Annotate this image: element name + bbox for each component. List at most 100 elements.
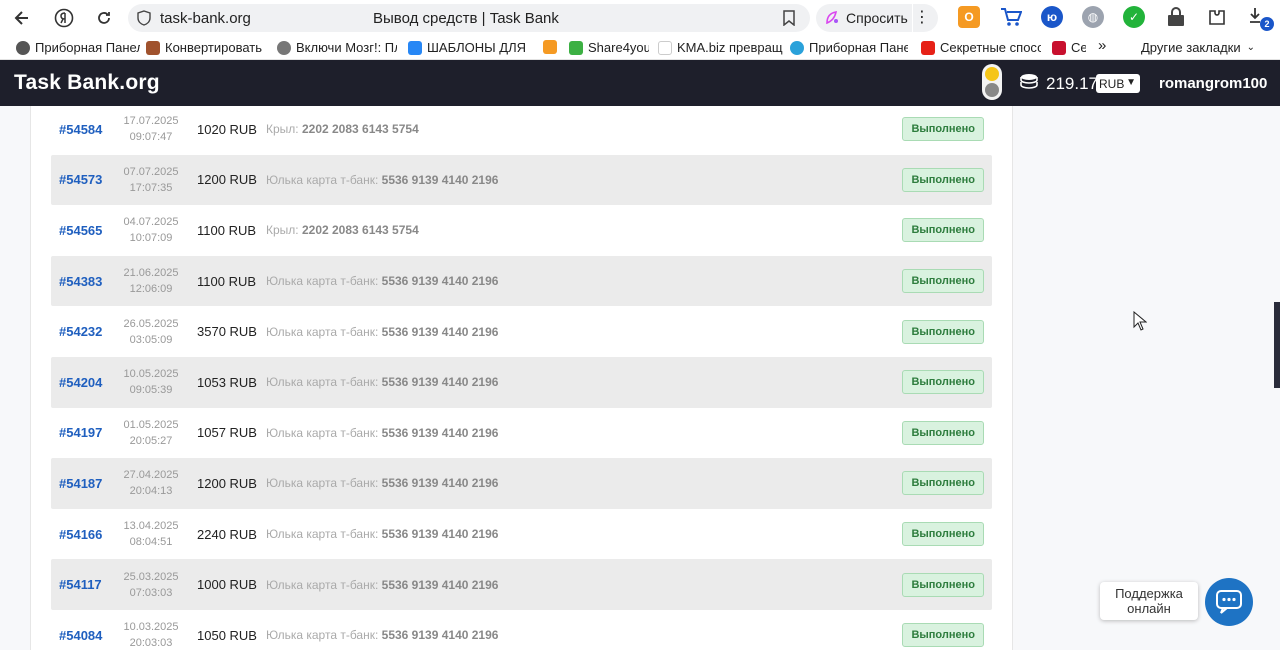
more-icon[interactable]: ⋮ (914, 7, 930, 27)
status-badge: Выполнено (902, 471, 984, 496)
downloads-badge: 2 (1260, 17, 1274, 31)
site-logo[interactable]: Task Bank.org (14, 71, 160, 95)
sun-icon (985, 67, 999, 81)
sparkle-icon (826, 11, 838, 25)
kma-icon (658, 40, 672, 55)
octopus-icon (16, 40, 30, 55)
withdrawal-row: #54084 10.03.2025 20:03:03 1050 RUB Юлька ка… (51, 610, 992, 650)
withdrawal-id-link[interactable]: #54166 (59, 527, 102, 542)
withdrawal-row: #54584 17.07.2025 09:07:47 1020 RUB Крыл: 22… (51, 106, 992, 155)
withdrawal-destination: Юлька карта т-банк: 5536 9139 4140 2196 (266, 274, 499, 289)
ask-label: Спросить (846, 10, 908, 26)
status-badge: Выполнено (902, 522, 984, 547)
withdrawal-row: #54117 25.03.2025 07:03:03 1000 RUB Юлька ка… (51, 559, 992, 610)
url-text[interactable]: task-bank.org (160, 10, 251, 27)
balance-value: 219.17 (1046, 74, 1098, 93)
withdrawal-row: #54232 26.05.2025 03:05:09 3570 RUB Юлька ка… (51, 306, 992, 357)
odnoklassniki-ext-icon[interactable]: O (958, 6, 980, 28)
status-badge: Выполнено (902, 370, 984, 395)
address-bar[interactable]: task-bank.org Вывод средств | Task Bank (128, 4, 810, 32)
withdrawal-row: #54565 04.07.2025 10:07:09 1100 RUB Крыл: 22… (51, 205, 992, 256)
withdrawal-id-link[interactable]: #54084 (59, 628, 102, 643)
withdrawal-datetime: 04.07.2025 10:07:09 (123, 216, 179, 245)
withdrawal-row: #54204 10.05.2025 09:05:39 1053 RUB Юлька ка… (51, 356, 992, 408)
withdrawal-datetime: 10.05.2025 09:05:39 (123, 368, 179, 397)
withdrawal-datetime: 07.07.2025 17:07:35 (123, 165, 179, 194)
scrollbar-thumb[interactable] (1274, 302, 1280, 388)
withdrawal-id-link[interactable]: #54573 (59, 172, 102, 187)
check-ext-icon[interactable]: ✓ (1123, 6, 1145, 28)
bookmark-item[interactable] (543, 40, 561, 54)
status-badge: Выполнено (902, 269, 984, 294)
bookmark-item[interactable]: Се (1052, 40, 1086, 55)
withdrawal-id-link[interactable]: #54232 (59, 324, 102, 339)
downloads-icon[interactable]: 2 (1246, 6, 1274, 31)
withdrawal-row: #54383 21.06.2025 12:06:09 1100 RUB Юлька ка… (51, 255, 992, 307)
support-tooltip: Поддержка онлайн (1100, 582, 1198, 620)
withdrawal-datetime: 26.05.2025 03:05:09 (123, 317, 179, 346)
cart-icon[interactable] (1000, 6, 1022, 28)
withdrawal-id-link[interactable]: #54565 (59, 223, 102, 238)
coins-icon (1020, 74, 1038, 89)
bookmark-item[interactable]: Share4you (569, 40, 649, 55)
withdrawal-datetime: 10.03.2025 20:03:03 (123, 621, 179, 650)
withdrawal-datetime: 27.04.2025 20:04:13 (123, 469, 179, 498)
extensions-icon[interactable] (1206, 6, 1228, 28)
withdrawal-datetime: 13.04.2025 08:04:51 (123, 520, 179, 549)
withdrawal-row: #54166 13.04.2025 08:04:51 2240 RUB Юлька ка… (51, 509, 992, 560)
withdrawal-destination: Юлька карта т-банк: 5536 9139 4140 2196 (266, 577, 499, 592)
withdrawal-destination: Юлька карта т-банк: 5536 9139 4140 2196 (266, 172, 499, 187)
withdrawal-row: #54197 01.05.2025 20:05:27 1057 RUB Юлька ка… (51, 408, 992, 459)
odnoklassniki-icon (543, 40, 557, 54)
other-bookmarks-button[interactable]: Другие закладки ⌄ (1141, 40, 1255, 55)
withdrawal-datetime: 01.05.2025 20:05:27 (123, 418, 179, 447)
shield-icon[interactable] (136, 10, 152, 26)
withdrawal-destination: Крыл: 2202 2083 6143 5754 (266, 223, 419, 238)
mouse-cursor-icon (1133, 311, 1147, 331)
withdrawal-destination: Юлька карта т-банк: 5536 9139 4140 2196 (266, 425, 499, 440)
status-badge: Выполнено (902, 572, 984, 597)
yu-ext-icon[interactable]: ю (1041, 6, 1063, 28)
lock-bag-icon[interactable] (1165, 6, 1187, 28)
username[interactable]: romangrom100 (1159, 75, 1267, 92)
withdrawal-id-link[interactable]: #54584 (59, 122, 102, 137)
bookmark-item[interactable]: Конвертировать I (146, 40, 264, 55)
youtube-icon (921, 40, 935, 55)
chevron-down-icon: ▼ (1126, 77, 1136, 88)
back-icon[interactable] (8, 4, 36, 32)
bookmark-icon[interactable] (782, 10, 796, 26)
bookmark-item[interactable]: Включи Мозг!: Пл (277, 40, 397, 55)
withdrawal-amount: 1100 RUB (197, 273, 257, 289)
ask-button[interactable]: Спросить ⋮ (816, 4, 938, 32)
withdrawal-destination: Юлька карта т-банк: 5536 9139 4140 2196 (266, 527, 499, 542)
bookmark-item[interactable]: KMA.biz превращ (658, 40, 783, 55)
withdrawal-id-link[interactable]: #54383 (59, 274, 102, 289)
more-bookmarks-button[interactable]: » (1098, 37, 1106, 54)
withdrawals-list: #54584 17.07.2025 09:07:47 1020 RUB Крыл: 22… (51, 106, 992, 650)
site-header: Task Bank.org 219.17 RUB ▼ romangrom100 (0, 60, 1280, 106)
withdrawal-id-link[interactable]: #54197 (59, 425, 102, 440)
withdrawal-row: #54187 27.04.2025 20:04:13 1200 RUB Юлька ка… (51, 458, 992, 509)
withdrawal-id-link[interactable]: #54204 (59, 375, 102, 390)
theme-toggle[interactable] (982, 64, 1002, 100)
withdrawal-datetime: 21.06.2025 12:06:09 (123, 267, 179, 296)
withdrawal-amount: 1200 RUB (197, 475, 257, 491)
globe-icon[interactable]: ◍ (1082, 6, 1104, 28)
brain-icon (277, 40, 291, 55)
bookmark-item[interactable]: ШАБЛОНЫ ДЛЯ Р (408, 40, 530, 55)
withdrawal-amount: 1053 RUB (197, 374, 257, 390)
withdrawal-destination: Юлька карта т-банк: 5536 9139 4140 2196 (266, 324, 499, 339)
withdrawal-id-link[interactable]: #54117 (59, 577, 102, 592)
currency-select[interactable]: RUB ▼ (1096, 74, 1140, 93)
support-chat-button[interactable] (1205, 578, 1253, 626)
chevron-down-icon: ⌄ (1246, 42, 1255, 53)
bookmark-item[interactable]: Секретные спосо (921, 40, 1041, 55)
withdrawal-amount: 1057 RUB (197, 425, 257, 441)
withdrawal-id-link[interactable]: #54187 (59, 476, 102, 491)
status-badge: Выполнено (902, 623, 984, 648)
yandex-icon[interactable] (50, 4, 78, 32)
bookmark-item[interactable]: Приборная Панел (790, 40, 908, 55)
reload-icon[interactable] (90, 4, 118, 32)
bookmarks-bar: Приборная Панел Конвертировать I Включи … (0, 36, 1280, 60)
bookmark-item[interactable]: Приборная Панел (16, 40, 140, 55)
